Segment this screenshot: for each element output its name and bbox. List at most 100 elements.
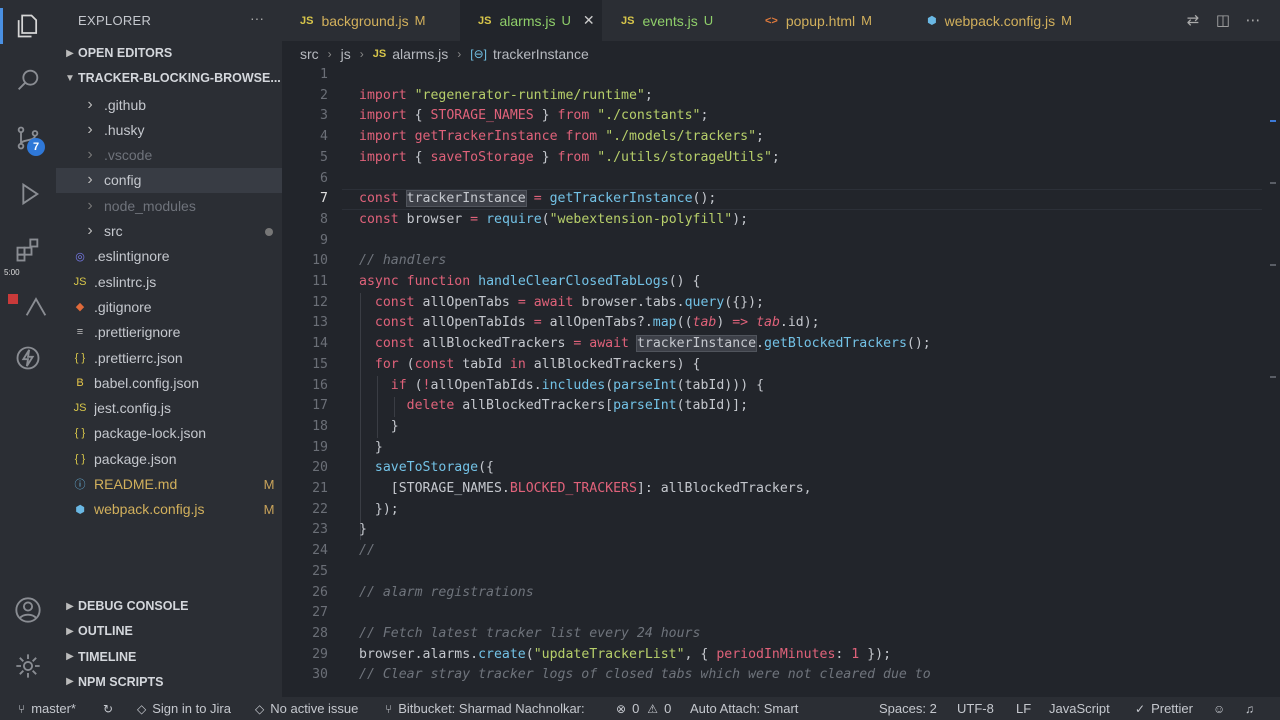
code-line: // handlers (359, 253, 447, 269)
chevron-right-icon: › (327, 47, 332, 61)
tree-item-label: .gitignore (94, 298, 152, 315)
tree-item-label: babel.config.json (94, 374, 200, 391)
panel-section[interactable]: ▶ TIMELINE (56, 646, 282, 668)
tree-item[interactable]: ⓘ README.md M (56, 472, 282, 497)
chevron-right-icon: › (359, 47, 364, 61)
code-line: async function handleClearClosedTabLogs(… (359, 274, 701, 289)
tree-item[interactable]: ≡ .prettierignore (56, 320, 282, 345)
git-branch-icon: ⑂ (18, 701, 26, 716)
tree-item[interactable]: { } .prettierrc.json (56, 345, 282, 370)
section-label: OPEN EDITORS (78, 46, 173, 60)
chevron-right-icon: › (87, 171, 93, 189)
line-number: 26 (312, 584, 328, 600)
panel-section[interactable]: ▶ NPM SCRIPTS (56, 671, 282, 693)
tab-status: M (414, 13, 426, 28)
tree-item-label: .prettierrc.json (94, 349, 183, 366)
eol-status[interactable]: LF (1016, 697, 1031, 720)
tab-background-js[interactable]: JS background.js M (282, 0, 458, 41)
tree-item[interactable]: › .github (56, 92, 282, 117)
code-line: delete allBlockedTrackers[parseInt(tabId… (406, 398, 749, 414)
line-number: 25 (312, 563, 328, 579)
encoding-status[interactable]: UTF-8 (957, 697, 994, 720)
eslint-icon: ◎ (75, 250, 85, 263)
panel-section[interactable]: ▶ DEBUG CONSOLE (56, 595, 282, 617)
language-mode-status[interactable]: JavaScript (1049, 697, 1110, 720)
bitbucket-icon: ⑂ (385, 701, 393, 716)
tree-item[interactable]: ⬢ webpack.config.js M (56, 497, 282, 522)
auto-attach-status[interactable]: Auto Attach: Smart (690, 697, 798, 720)
tree-item-label: .vscode (104, 147, 153, 164)
editor-scrollbar[interactable] (1264, 66, 1280, 688)
tab-status: U (703, 13, 714, 28)
tree-item[interactable]: ◎ .eslintignore (56, 244, 282, 269)
section-label: DEBUG CONSOLE (78, 599, 189, 613)
tree-item[interactable]: { } package.json (56, 446, 282, 471)
bitbucket-status[interactable]: ⑂ Bitbucket: Sharmad Nachnolkar: (385, 697, 585, 720)
source-control-icon[interactable]: 7 (0, 114, 56, 162)
code-line: import { saveToStorage } from "./utils/s… (359, 149, 780, 165)
tree-item[interactable]: › src (56, 219, 282, 244)
sync-status[interactable]: ↻ (103, 697, 119, 720)
prettier-status[interactable]: ✓ Prettier (1135, 697, 1193, 720)
account-icon[interactable] (0, 586, 56, 634)
split-editor-icon[interactable]: ◫ (1214, 11, 1232, 29)
lightning-icon[interactable] (0, 334, 56, 382)
settings-gear-icon[interactable] (0, 642, 56, 690)
close-icon[interactable]: ✕ (583, 12, 595, 29)
indentation-status[interactable]: Spaces: 2 (879, 697, 937, 720)
problems-status[interactable]: ⊗ 0 ⚠ 0 (616, 697, 671, 720)
run-debug-icon[interactable] (0, 170, 56, 218)
issue-status[interactable]: ◇ No active issue (255, 697, 358, 720)
tree-item[interactable]: › .husky (56, 117, 282, 142)
scroll-marker (1270, 120, 1276, 122)
tree-item[interactable]: { } package-lock.json (56, 421, 282, 446)
jira-signin[interactable]: ◇ Sign in to Jira (137, 697, 231, 720)
feedback-status[interactable]: ☺ (1213, 697, 1231, 720)
breadcrumb-item[interactable]: trackerInstance (493, 46, 589, 62)
tree-item[interactable]: › node_modules (56, 193, 282, 218)
line-number: 5 (320, 149, 328, 165)
tree-item[interactable]: JS .eslintrc.js (56, 269, 282, 294)
compare-changes-icon[interactable]: ⇄ (1184, 11, 1202, 29)
tab-alarms-js[interactable]: JS alarms.js U ✕ (460, 0, 602, 41)
tree-item[interactable]: › .vscode (56, 143, 282, 168)
more-actions-icon[interactable]: ··· (250, 10, 264, 26)
code-line: for (const tabId in allBlockedTrackers) … (374, 356, 701, 372)
tree-item[interactable]: › config (56, 167, 282, 193)
tab-status: M (861, 13, 872, 28)
project-section[interactable]: ▼ TRACKER-BLOCKING-BROWSE... (56, 67, 282, 89)
line-number: 27 (312, 605, 328, 621)
tree-item[interactable]: ◆ .gitignore (56, 294, 282, 319)
more-actions-icon[interactable]: ⋯ (1244, 11, 1262, 29)
panel-section[interactable]: ▶ OUTLINE (56, 620, 282, 642)
notifications-status[interactable]: ♫ (1245, 697, 1260, 720)
tab-events-js[interactable]: JS events.js U (603, 0, 743, 41)
tree-item[interactable]: Bbabel.config.json (56, 370, 282, 395)
breadcrumb-item[interactable]: alarms.js (392, 46, 448, 62)
code-line: [STORAGE_NAMES.BLOCKED_TRACKERS]: allBlo… (359, 481, 812, 496)
open-editors-section[interactable]: ▶ OPEN EDITORS (56, 42, 282, 64)
git-status: M (263, 501, 275, 517)
breadcrumb-item[interactable]: js (341, 46, 351, 62)
line-number: 11 (312, 274, 328, 289)
json-file-icon: { } (74, 427, 86, 440)
search-icon[interactable] (0, 56, 56, 104)
extensions-icon[interactable] (0, 226, 56, 274)
tab-popup-html[interactable]: <> popup.html M (747, 0, 907, 41)
webpack-icon: ⬢ (927, 15, 937, 27)
code-line: // alarm registrations (359, 584, 534, 600)
line-number: 3 (320, 108, 328, 124)
line-number: 28 (312, 625, 328, 641)
code-line: // Clear stray tracker logs of closed ta… (359, 667, 931, 683)
branch-status[interactable]: ⑂ master* (18, 697, 76, 720)
bitbucket-label: Bitbucket: Sharmad Nachnolkar: (398, 701, 585, 716)
tab-webpack-config[interactable]: ⬢ webpack.config.js M (909, 0, 1099, 41)
code-editor[interactable]: 1 2 3 4 5 6 7 8 9 10 11 12 13 14 15 16 17 18 19 20 21 22 23 24 2… (282, 66, 1262, 688)
breadcrumb-item[interactable]: src (300, 46, 319, 62)
tree-item-label: node_modules (104, 197, 196, 214)
line-number: 4 (320, 129, 328, 145)
tree-item[interactable]: JS jest.config.js (56, 396, 282, 421)
breadcrumb: src › js › JS alarms.js › [⊖] trackerIns… (300, 44, 589, 64)
issue-icon: ◇ (255, 701, 265, 716)
explorer-icon[interactable] (0, 2, 56, 50)
